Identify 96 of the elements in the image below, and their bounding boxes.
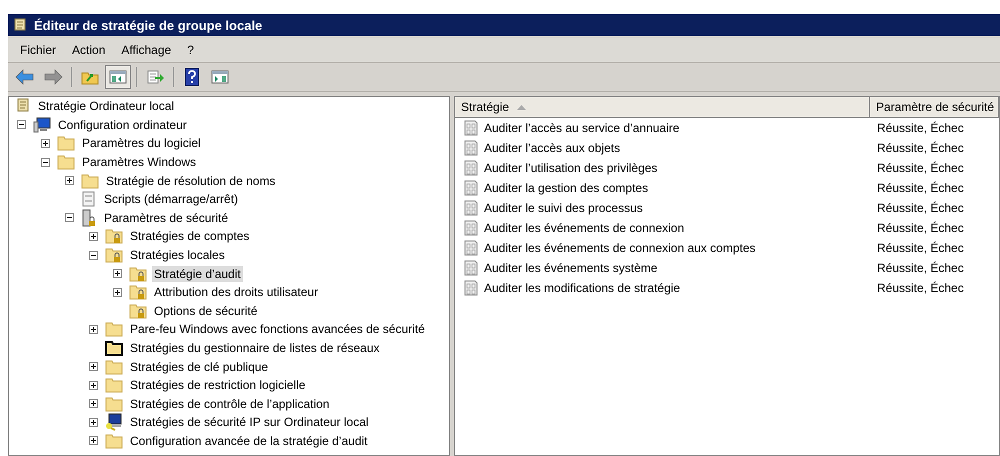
folder-icon: [105, 396, 123, 412]
policy-name: Auditer le suivi des processus: [484, 201, 643, 215]
expand-icon[interactable]: [89, 324, 98, 334]
collapse-icon[interactable]: [41, 158, 50, 167]
policy-name: Auditer les événements système: [484, 261, 658, 275]
policy-name: Auditer les événements de connexion aux comptes: [484, 241, 756, 255]
sort-ascending-icon: [517, 104, 526, 110]
tree-item[interactable]: Scripts (démarrage/arrêt): [102, 191, 240, 208]
tree-pane-icon: [109, 69, 127, 85]
policy-name: Auditer l’utilisation des privilèges: [484, 161, 658, 175]
policy-name: Auditer la gestion des comptes: [484, 181, 648, 195]
tree-item[interactable]: Stratégies de contrôle de l’application: [128, 396, 332, 412]
computer-icon: [33, 116, 51, 133]
policy-name: Auditer les événements de connexion: [484, 221, 684, 235]
tree-item[interactable]: Configuration avancée de la stratégie d’audit: [128, 432, 370, 449]
menu-item[interactable]: ?: [179, 43, 202, 57]
tree-item[interactable]: Stratégies du gestionnaire de listes de réseaux: [128, 340, 382, 356]
policy-icon: [463, 140, 479, 156]
tree-item[interactable]: Stratégies locales: [128, 247, 227, 264]
folder-icon: [105, 358, 123, 375]
tree-item[interactable]: Stratégie de résolution de noms: [104, 172, 278, 189]
tree-item[interactable]: Paramètres Windows: [80, 154, 198, 170]
locked-folder-icon: [105, 247, 123, 264]
expand-icon[interactable]: [65, 176, 74, 186]
expand-icon[interactable]: [113, 269, 122, 278]
collapse-icon[interactable]: [17, 120, 26, 130]
column-header[interactable]: Paramètre de sécurité: [870, 97, 999, 117]
collapse-icon[interactable]: [65, 213, 74, 222]
policy-icon: [463, 260, 479, 276]
policy-icon: [463, 240, 479, 256]
computer-key-icon: [105, 413, 123, 432]
tree-item[interactable]: Configuration ordinateur: [56, 116, 189, 133]
folder-icon: [57, 135, 75, 152]
policy-icon: [463, 180, 479, 196]
action-pane-icon: [211, 69, 229, 85]
tree-item[interactable]: Stratégies de clé publique: [128, 358, 270, 375]
policy-setting: Réussite, Échec: [877, 141, 964, 155]
tree-item[interactable]: Stratégies de sécurité IP sur Ordinateur local: [128, 414, 371, 430]
tree-item[interactable]: Paramètres du logiciel: [80, 135, 203, 152]
policy-setting: Réussite, Échec: [877, 221, 964, 235]
expand-icon[interactable]: [89, 436, 98, 446]
folder-icon: [105, 340, 123, 356]
column-header[interactable]: Stratégie: [455, 97, 870, 117]
expand-icon[interactable]: [41, 138, 50, 148]
policy-setting: Réussite, Échec: [877, 201, 964, 215]
back-arrow-icon: [15, 69, 35, 85]
folder-icon: [105, 377, 123, 394]
scroll-icon: [15, 98, 31, 114]
tree-item[interactable]: Options de sécurité: [152, 302, 260, 319]
tree-button[interactable]: [105, 65, 131, 89]
window-title: Éditeur de stratégie de groupe locale: [34, 18, 262, 32]
policy-icon: [463, 200, 479, 216]
collapse-icon[interactable]: [89, 250, 98, 260]
menu-item[interactable]: Fichier: [12, 43, 64, 57]
tree-item[interactable]: Stratégie Ordinateur local: [36, 98, 176, 114]
expand-icon[interactable]: [89, 380, 98, 390]
menu-item[interactable]: Action: [64, 43, 114, 57]
folder-icon: [105, 321, 123, 338]
policy-name: Auditer l’accès au service d’annuaire: [484, 121, 680, 135]
policy-setting: Réussite, Échec: [877, 241, 964, 255]
tree-item[interactable]: Pare-feu Windows avec fonctions avancées de sécurité: [128, 321, 427, 338]
expand-icon[interactable]: [89, 418, 98, 427]
tree-item[interactable]: Stratégies de restriction logicielle: [128, 377, 308, 394]
tree-item[interactable]: Stratégie d’audit: [152, 266, 243, 282]
policy-setting: Réussite, Échec: [877, 261, 964, 275]
policy-icon: [463, 160, 479, 176]
policy-name: Auditer les modifications de stratégie: [484, 281, 680, 295]
export-list-icon: [146, 69, 164, 85]
expand-icon[interactable]: [89, 399, 98, 408]
policy-name: Auditer l’accès aux objets: [484, 141, 620, 155]
menu-item[interactable]: Affichage: [113, 43, 180, 57]
script-icon: [81, 191, 97, 208]
policy-icon: [463, 220, 479, 236]
policy-icon: [463, 120, 479, 136]
locked-folder-icon: [129, 284, 147, 300]
locked-server-icon: [81, 208, 97, 227]
scroll-icon: [12, 17, 28, 33]
tree-item[interactable]: Stratégies de comptes: [128, 228, 252, 244]
policy-setting: Réussite, Échec: [877, 121, 964, 135]
tree-item[interactable]: Paramètres de sécurité: [102, 210, 230, 226]
policy-setting: Réussite, Échec: [877, 161, 964, 175]
locked-folder-icon: [129, 266, 147, 282]
tree-item[interactable]: Attribution des droits utilisateur: [152, 284, 320, 300]
folder-icon: [57, 154, 75, 170]
policy-setting: Réussite, Échec: [877, 281, 964, 295]
locked-folder-icon: [129, 302, 147, 319]
folder-icon: [81, 172, 99, 189]
help-icon: [185, 68, 199, 86]
policy-setting: Réussite, Échec: [877, 181, 964, 195]
policy-icon: [463, 280, 479, 296]
locked-folder-icon: [105, 228, 123, 244]
expand-icon[interactable]: [89, 232, 98, 241]
expand-icon[interactable]: [113, 288, 122, 297]
expand-icon[interactable]: [89, 362, 98, 372]
folder-icon: [105, 432, 123, 449]
forward-arrow-icon: [43, 69, 63, 85]
